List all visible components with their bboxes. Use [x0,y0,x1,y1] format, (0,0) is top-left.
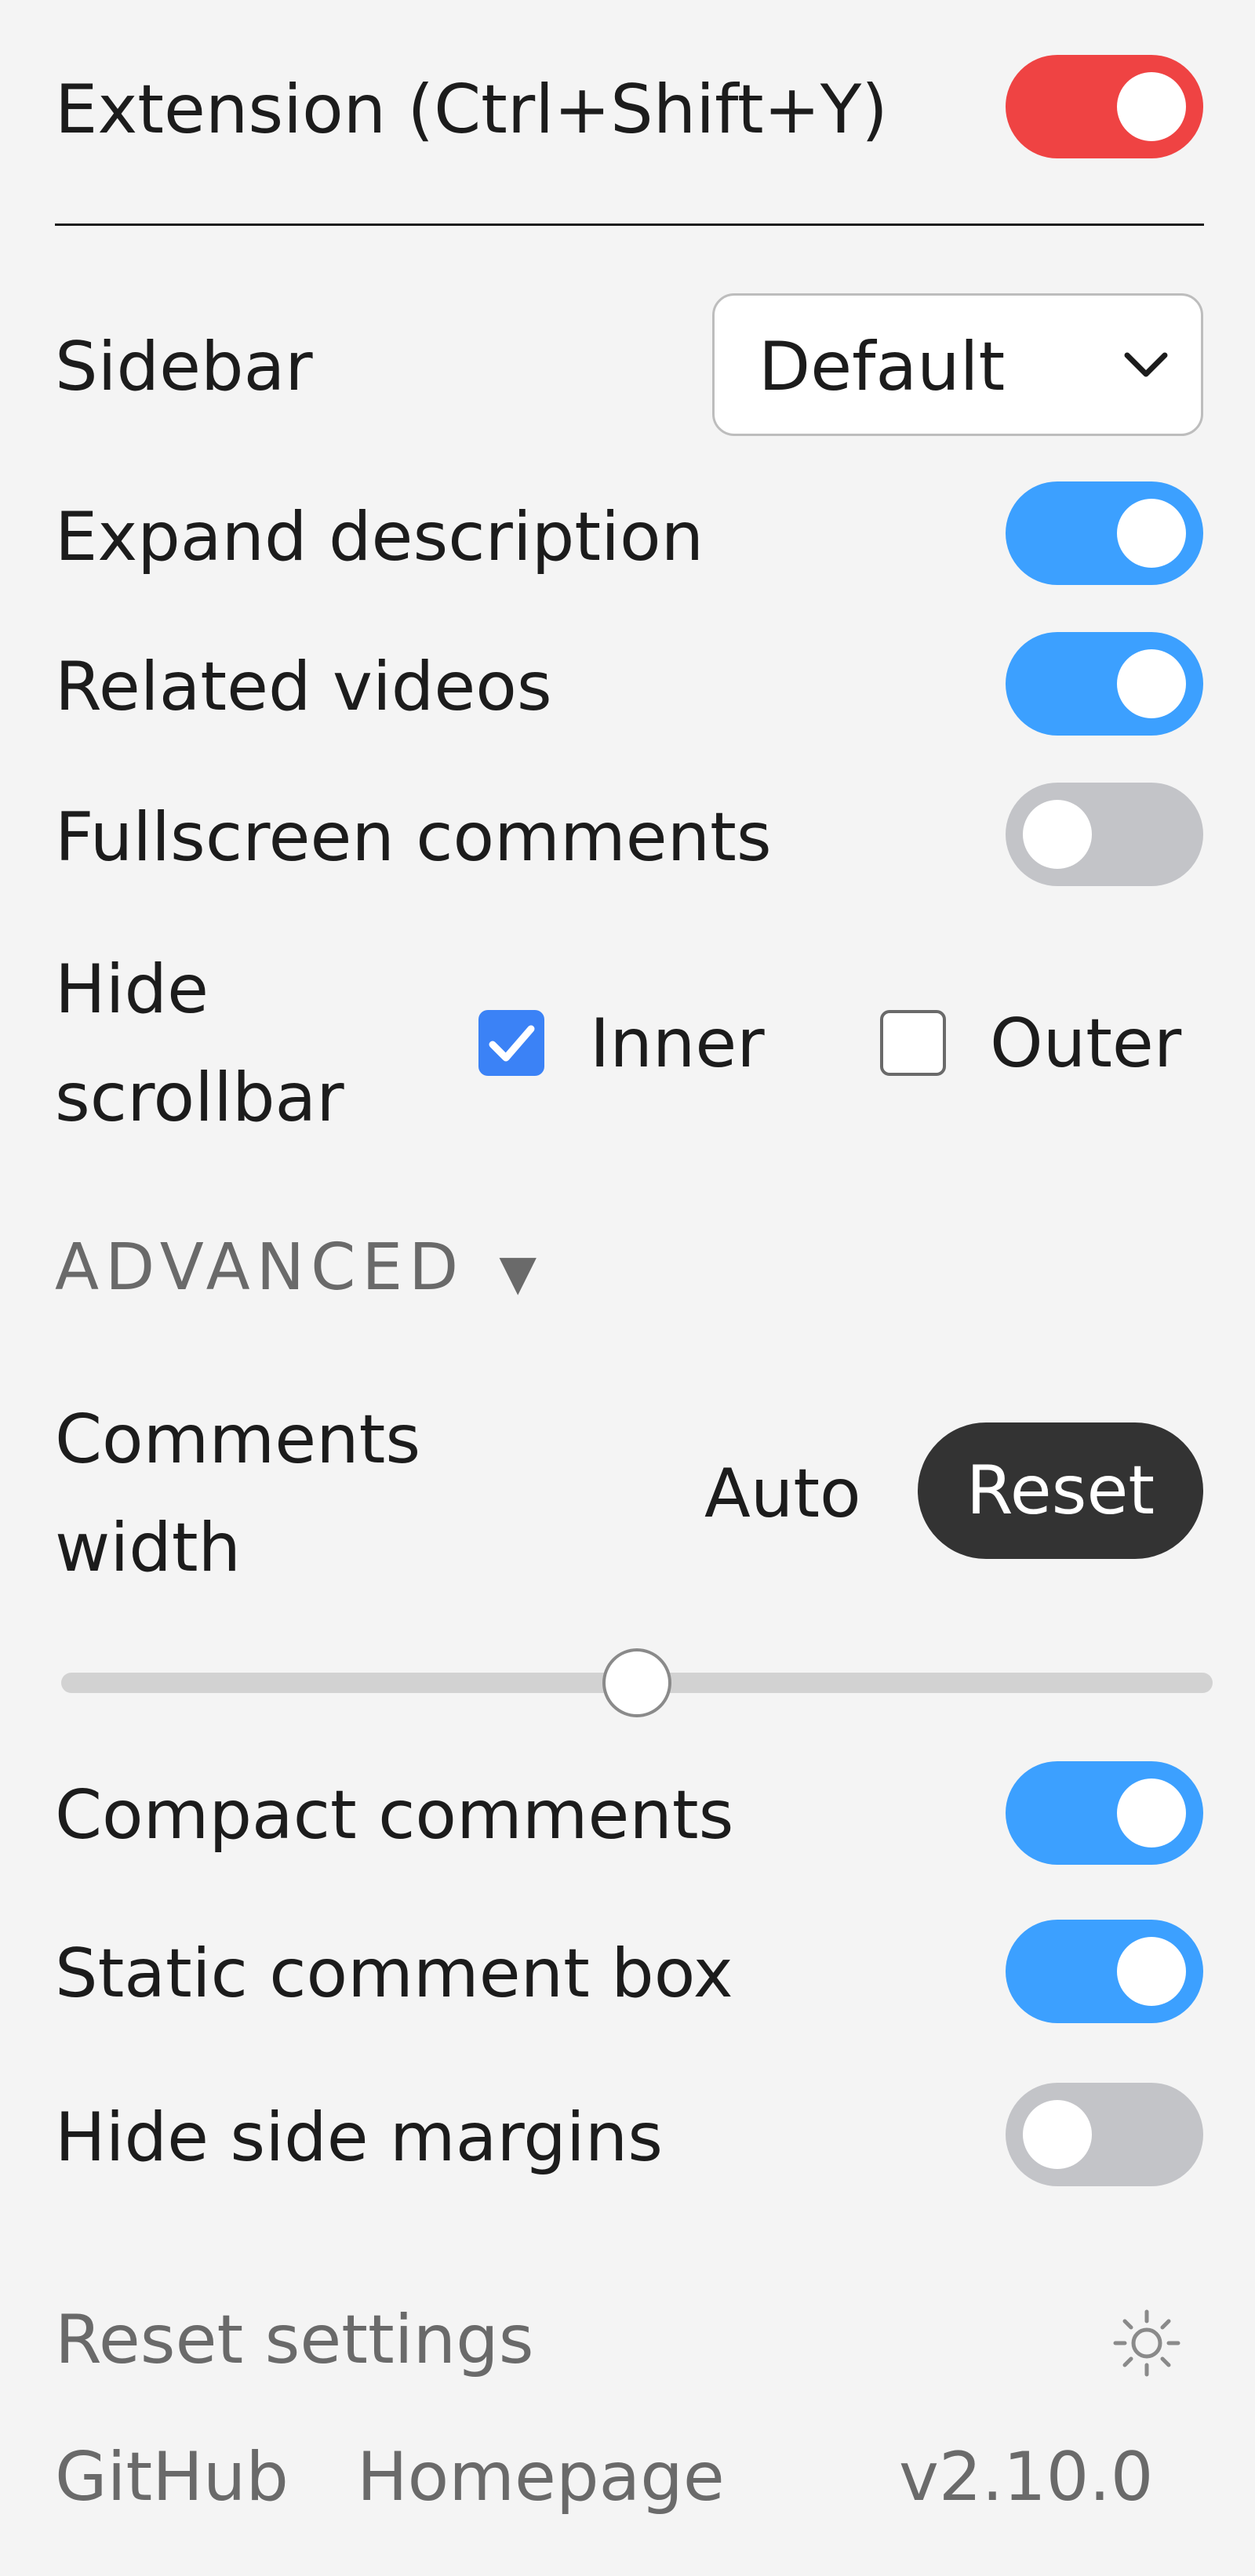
toggle-knob [1023,800,1092,869]
compact-comments-toggle[interactable] [1006,1761,1203,1865]
fullscreen-comments-label: Fullscreen comments [55,798,772,877]
related-videos-toggle[interactable] [1006,632,1203,736]
sidebar-select-value: Default [758,328,1006,406]
comments-width-label-line2: width [55,1509,242,1587]
comments-width-value: Auto [704,1455,861,1533]
toggle-knob [1117,1778,1186,1848]
fullscreen-comments-toggle[interactable] [1006,783,1203,886]
homepage-link[interactable]: Homepage [357,2443,725,2511]
advanced-label: ADVANCED [55,1230,465,1305]
extension-label: Extension (Ctrl+Shift+Y) [55,71,888,149]
toggle-knob [1117,499,1186,568]
extension-toggle[interactable] [1006,55,1203,158]
triangle-down-icon: ▼ [499,1244,537,1301]
inner-checkbox[interactable] [478,1010,544,1076]
toggle-knob [1117,1937,1186,2006]
hide-side-margins-label: Hide side margins [55,2098,664,2177]
comments-width-reset-button[interactable]: Reset [918,1422,1203,1559]
related-videos-label: Related videos [55,648,552,726]
version-text: v2.10.0 [899,2438,1154,2516]
chevron-down-icon [1124,352,1168,377]
outer-label: Outer [990,1005,1182,1083]
advanced-toggle[interactable]: ADVANCED ▼ [55,1236,537,1300]
sidebar-label: Sidebar [55,328,313,406]
compact-comments-label: Compact comments [55,1776,734,1855]
sidebar-select[interactable]: Default [712,293,1203,436]
inner-label: Inner [590,1005,765,1083]
static-comment-box-label: Static comment box [55,1935,733,2013]
reset-settings-link[interactable]: Reset settings [55,2306,534,2374]
divider [55,223,1204,226]
outer-checkbox[interactable] [880,1010,946,1076]
hide-scrollbar-label-line1: Hide [55,950,209,1029]
sun-icon[interactable] [1109,2305,1184,2381]
toggle-knob [1023,2100,1092,2169]
static-comment-box-toggle[interactable] [1006,1920,1203,2023]
toggle-knob [1117,72,1186,141]
hide-scrollbar-label-line2: scrollbar [55,1059,344,1137]
toggle-knob [1117,649,1186,718]
github-link[interactable]: GitHub [55,2443,289,2511]
expand-description-label: Expand description [55,498,704,576]
comments-width-label-line1: Comments [55,1401,421,1479]
comments-width-slider-thumb[interactable] [602,1648,671,1717]
expand-description-toggle[interactable] [1006,481,1203,585]
hide-side-margins-toggle[interactable] [1006,2083,1203,2186]
checkmark-icon [489,1025,535,1062]
